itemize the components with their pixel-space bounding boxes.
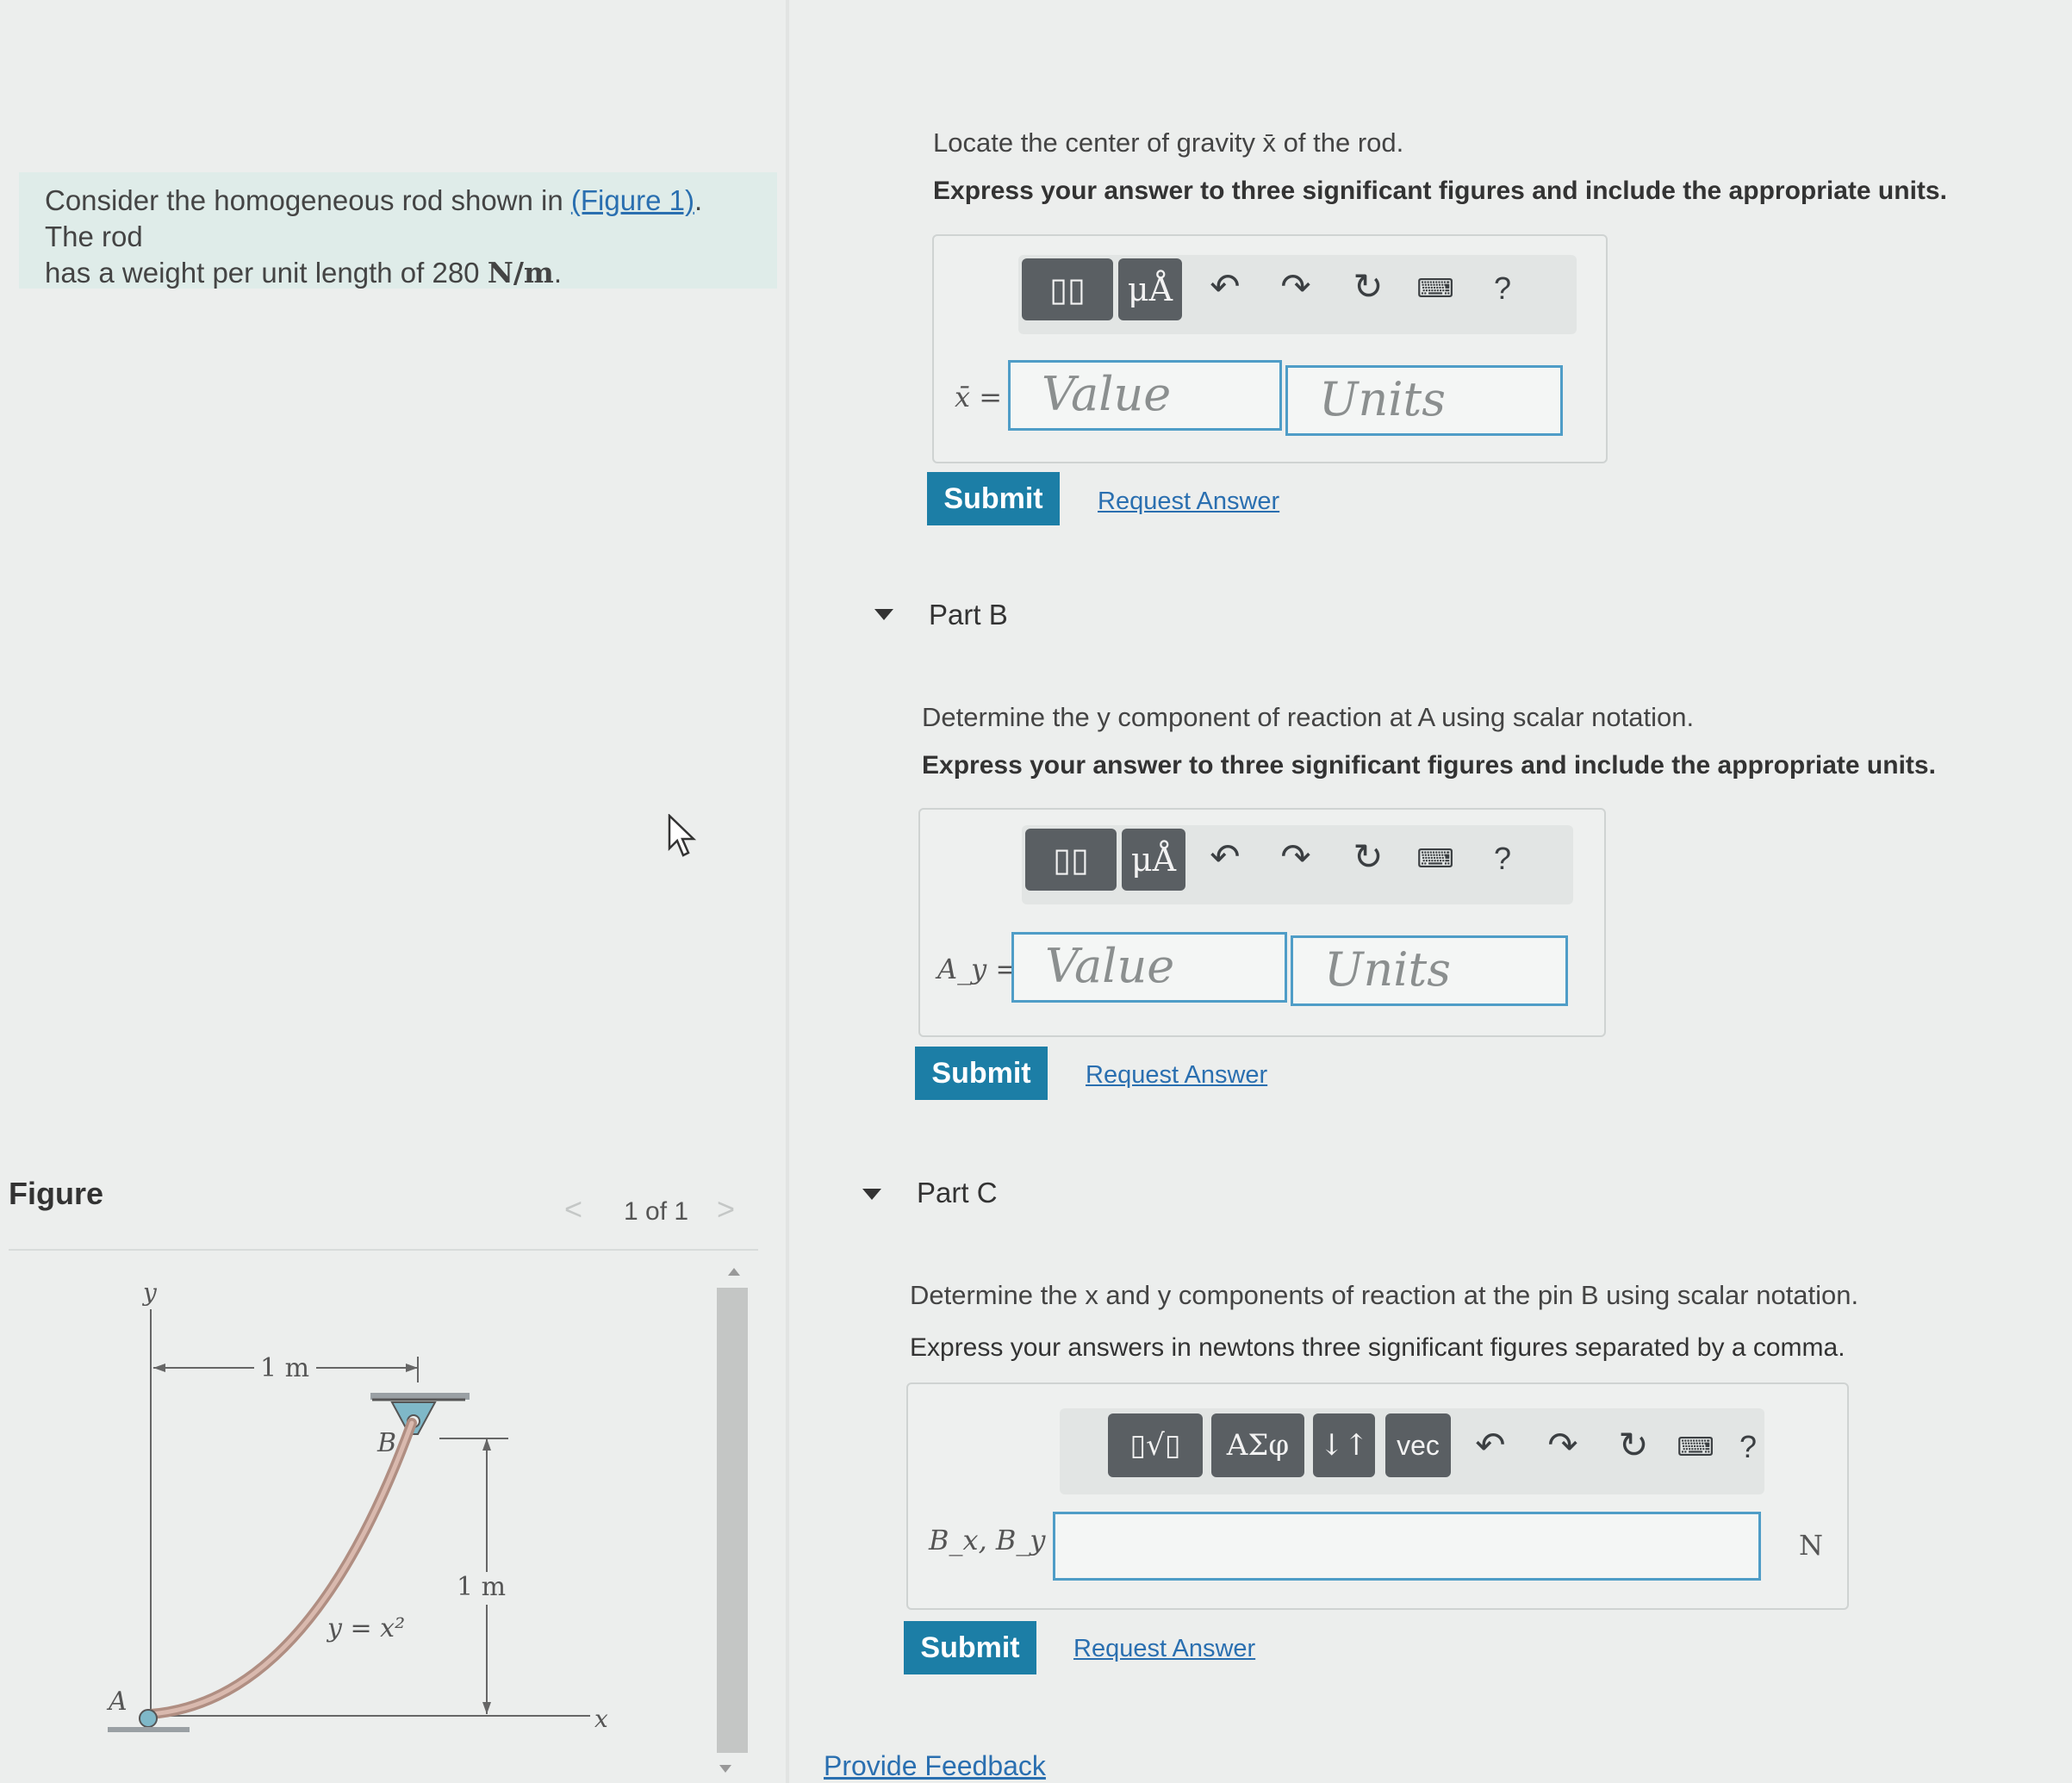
part-b-instruction: Express your answer to three significant… bbox=[922, 751, 1936, 780]
part-b-label: A_y = bbox=[937, 953, 1019, 985]
part-a-answer-box: ▯▯ μÅ ↶ ↷ ↻ ⌨ ? x̄ = Value Units bbox=[932, 234, 1608, 463]
provide-feedback-link[interactable]: Provide Feedback bbox=[824, 1750, 1046, 1782]
figure-next-button[interactable]: > bbox=[717, 1191, 735, 1227]
x-axis-label: x bbox=[594, 1705, 608, 1733]
keyboard-icon[interactable]: ⌨ bbox=[1408, 844, 1463, 874]
redo-icon[interactable]: ↷ bbox=[1277, 836, 1315, 878]
problem-statement: Consider the homogeneous rod shown in (F… bbox=[45, 183, 751, 291]
part-c-request-answer-link[interactable]: Request Answer bbox=[1073, 1635, 1255, 1663]
side-dimension-label: 1 m bbox=[457, 1572, 506, 1602]
reset-icon[interactable]: ↻ bbox=[1349, 265, 1387, 308]
vector-button[interactable]: vec bbox=[1385, 1413, 1451, 1477]
part-c-collapse-icon[interactable] bbox=[862, 1189, 881, 1200]
part-c-answer-input[interactable] bbox=[1053, 1512, 1761, 1581]
help-icon[interactable]: ? bbox=[1485, 270, 1520, 307]
rod-curve bbox=[146, 1418, 417, 1719]
part-b-collapse-icon[interactable] bbox=[874, 609, 893, 620]
y-axis-label: y bbox=[141, 1278, 158, 1307]
top-dimension-label: 1 m bbox=[260, 1353, 309, 1383]
curve-equation-label: y = x² bbox=[326, 1613, 405, 1643]
redo-icon[interactable]: ↷ bbox=[1544, 1424, 1582, 1466]
help-icon[interactable]: ? bbox=[1735, 1429, 1761, 1465]
part-b-request-answer-link[interactable]: Request Answer bbox=[1086, 1061, 1267, 1090]
undo-icon[interactable]: ↶ bbox=[1206, 836, 1244, 878]
problem-text-before: Consider the homogeneous rod shown in bbox=[45, 184, 571, 216]
part-a-units-input[interactable]: Units bbox=[1285, 365, 1563, 436]
figure-counter: 1 of 1 bbox=[624, 1197, 689, 1226]
help-icon[interactable]: ? bbox=[1485, 841, 1520, 877]
greek-symbols-button[interactable]: AΣφ bbox=[1211, 1413, 1304, 1477]
figure-scrollbar[interactable] bbox=[717, 1288, 748, 1753]
figure-divider bbox=[9, 1249, 758, 1251]
mouse-cursor-icon bbox=[668, 814, 697, 857]
part-b-value-input[interactable]: Value bbox=[1011, 932, 1287, 1003]
part-b-units-input[interactable]: Units bbox=[1291, 935, 1568, 1006]
part-c-submit-button[interactable]: Submit bbox=[904, 1621, 1036, 1674]
part-a-toolbar: ▯▯ μÅ ↶ ↷ ↻ ⌨ ? bbox=[1018, 255, 1577, 334]
part-b-prompt: Determine the y component of reaction at… bbox=[922, 702, 1695, 732]
part-b-answer-box: ▯▯ μÅ ↶ ↷ ↻ ⌨ ? A_y = Value Units bbox=[918, 808, 1606, 1037]
part-c-header[interactable]: Part C bbox=[917, 1177, 998, 1209]
undo-icon[interactable]: ↶ bbox=[1472, 1424, 1509, 1466]
units-button[interactable]: μÅ bbox=[1122, 829, 1185, 891]
part-b-submit-button[interactable]: Submit bbox=[915, 1047, 1048, 1100]
point-a-label: A bbox=[106, 1687, 128, 1717]
part-a-value-input[interactable]: Value bbox=[1008, 360, 1282, 431]
units-button[interactable]: μÅ bbox=[1118, 258, 1182, 320]
part-a-prompt: Locate the center of gravity x̄ of the r… bbox=[933, 127, 1404, 158]
problem-period: . bbox=[553, 257, 563, 289]
arrows-button[interactable]: ↓↑ bbox=[1313, 1413, 1375, 1477]
templates-button[interactable]: ▯▯ bbox=[1025, 829, 1117, 891]
part-a-submit-button[interactable]: Submit bbox=[927, 472, 1060, 525]
pane-divider[interactable] bbox=[786, 0, 789, 1783]
figure-prev-button[interactable]: < bbox=[564, 1191, 582, 1227]
figure-link[interactable]: (Figure 1) bbox=[571, 184, 694, 216]
figure-heading: Figure bbox=[9, 1176, 104, 1211]
problem-units: N/m bbox=[487, 256, 554, 289]
keyboard-icon[interactable]: ⌨ bbox=[1668, 1432, 1723, 1463]
part-c-unit-label: N bbox=[1799, 1529, 1823, 1562]
part-c-instruction: Express your answers in newtons three si… bbox=[910, 1333, 1845, 1362]
reset-icon[interactable]: ↻ bbox=[1615, 1424, 1652, 1466]
rod-figure: y x 1 m 1 m B A y = x² bbox=[106, 1278, 608, 1733]
part-b-header[interactable]: Part B bbox=[929, 599, 1008, 631]
part-a-label: x̄ = bbox=[955, 381, 1003, 413]
scroll-down-icon[interactable] bbox=[719, 1764, 731, 1774]
problem-line2: has a weight per unit length of 280 bbox=[45, 257, 488, 289]
undo-icon[interactable]: ↶ bbox=[1206, 265, 1244, 308]
part-a-request-answer-link[interactable]: Request Answer bbox=[1098, 488, 1279, 516]
templates-sqrt-button[interactable]: ▯√▯ bbox=[1108, 1413, 1203, 1477]
reset-icon[interactable]: ↻ bbox=[1349, 836, 1387, 878]
part-c-toolbar: ▯√▯ AΣφ ↓↑ vec ↶ ↷ ↻ ⌨ ? bbox=[1060, 1408, 1764, 1494]
part-b-toolbar: ▯▯ μÅ ↶ ↷ ↻ ⌨ ? bbox=[1022, 825, 1573, 904]
scroll-up-icon[interactable] bbox=[728, 1266, 740, 1277]
templates-button[interactable]: ▯▯ bbox=[1022, 258, 1113, 320]
part-c-prompt: Determine the x and y components of reac… bbox=[910, 1280, 1859, 1310]
redo-icon[interactable]: ↷ bbox=[1277, 265, 1315, 308]
part-c-answer-box: ▯√▯ AΣφ ↓↑ vec ↶ ↷ ↻ ⌨ ? B_x, B_y = N bbox=[906, 1382, 1849, 1610]
support-base-a bbox=[108, 1727, 190, 1732]
keyboard-icon[interactable]: ⌨ bbox=[1408, 274, 1463, 304]
point-b-label: B bbox=[376, 1428, 396, 1458]
pin-a bbox=[139, 1709, 158, 1728]
part-a-instruction: Express your answer to three significant… bbox=[933, 177, 1947, 205]
